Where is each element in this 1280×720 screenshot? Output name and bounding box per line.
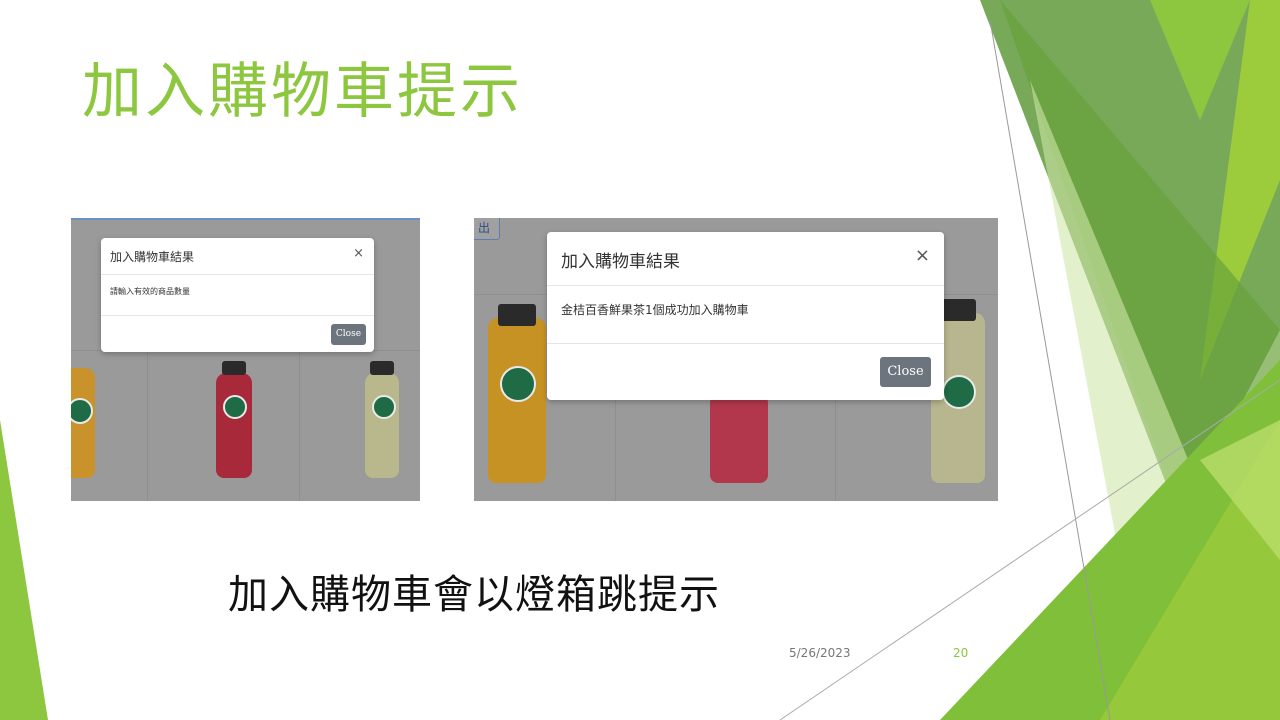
slide-date: 5/26/2023 bbox=[789, 646, 851, 660]
modal-title: 加入購物車結果 bbox=[561, 252, 680, 272]
slide-title: 加入購物車提示 bbox=[82, 57, 523, 127]
bottle-cap bbox=[940, 299, 976, 321]
close-icon[interactable]: × bbox=[353, 246, 364, 261]
starbucks-logo-icon bbox=[500, 366, 536, 402]
starbucks-logo-icon bbox=[942, 375, 976, 409]
slide-subtitle: 加入購物車會以燈箱跳提示 bbox=[228, 572, 720, 618]
modal-title: 加入購物車結果 bbox=[110, 250, 195, 264]
bottle-cap bbox=[370, 361, 394, 375]
modal-footer: Close bbox=[101, 315, 374, 353]
product-bottle-image bbox=[216, 361, 252, 478]
product-bottle-image bbox=[710, 393, 768, 483]
modal-message: 金桔百香鮮果茶1個成功加入購物車 bbox=[561, 303, 749, 317]
close-button[interactable]: Close bbox=[331, 324, 366, 345]
modal-footer: Close bbox=[547, 343, 944, 401]
bottle-cap bbox=[498, 304, 536, 326]
starbucks-logo-icon bbox=[71, 398, 93, 424]
logout-button[interactable]: 出 bbox=[474, 218, 500, 240]
grid-line bbox=[299, 350, 300, 501]
modal-header: 加入購物車結果 × bbox=[101, 238, 374, 275]
bottle-cap bbox=[222, 361, 246, 375]
grid-line bbox=[147, 350, 148, 501]
starbucks-logo-icon bbox=[372, 395, 396, 419]
product-bottle-image bbox=[71, 368, 95, 478]
close-button[interactable]: Close bbox=[880, 357, 931, 387]
close-icon[interactable]: × bbox=[915, 245, 930, 266]
product-bottle-image bbox=[365, 361, 399, 478]
screenshot-invalid-quantity: 加入購物車結果 × 請輸入有效的商品數量 Close bbox=[71, 218, 420, 501]
screenshot-add-success: 出 加入購物車結果 × 金桔百香鮮果茶1個成功加入購物車 Close bbox=[474, 218, 998, 501]
cart-result-modal: 加入購物車結果 × 請輸入有效的商品數量 Close bbox=[101, 238, 374, 352]
top-border bbox=[71, 218, 420, 220]
modal-header: 加入購物車結果 × bbox=[547, 232, 944, 286]
product-bottle-image bbox=[488, 304, 546, 483]
modal-message: 請輸入有效的商品數量 bbox=[110, 287, 190, 296]
slide-page-number: 20 bbox=[953, 646, 969, 660]
cart-result-modal: 加入購物車結果 × 金桔百香鮮果茶1個成功加入購物車 Close bbox=[547, 232, 944, 400]
starbucks-logo-icon bbox=[223, 395, 247, 419]
